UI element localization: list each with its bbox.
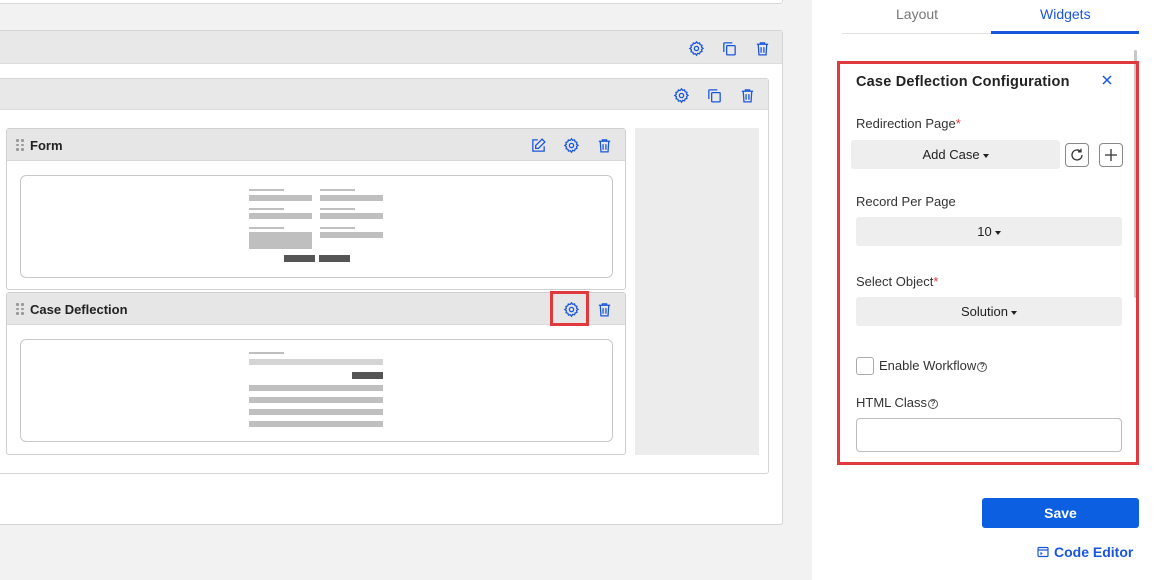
html-class-label: HTML Class?	[856, 395, 939, 410]
active-tab-indicator	[991, 31, 1139, 34]
case-deflection-config: Case Deflection Configuration Redirectio…	[837, 61, 1139, 465]
plus-icon	[1105, 149, 1117, 161]
html-class-input[interactable]	[856, 418, 1122, 452]
select-object-dropdown[interactable]: Solution	[856, 297, 1122, 326]
empty-column-dropzone	[635, 128, 759, 455]
page-canvas: Form Case Deflection	[0, 0, 812, 580]
code-editor-label: Code Editor	[1054, 544, 1134, 560]
trash-icon[interactable]	[753, 39, 771, 57]
case-deflection-preview	[20, 339, 613, 442]
widget-title: Form	[30, 138, 63, 153]
refresh-icon	[1071, 148, 1083, 161]
gear-icon[interactable]	[562, 136, 580, 154]
enable-workflow-label: Enable Workflow?	[879, 358, 988, 373]
tab-layout[interactable]: Layout	[896, 6, 938, 22]
properties-panel: Layout Widgets Case Deflection Configura…	[822, 0, 1155, 580]
enable-workflow-checkbox[interactable]	[856, 357, 874, 375]
redirection-page-dropdown[interactable]: Add Case	[851, 140, 1060, 169]
form-widget[interactable]: Form	[6, 128, 626, 290]
code-editor-icon	[1037, 546, 1049, 558]
copy-icon[interactable]	[705, 86, 723, 104]
drag-handle-icon[interactable]	[16, 139, 24, 151]
config-title: Case Deflection Configuration	[856, 74, 1070, 90]
inner-section-actions	[672, 86, 756, 104]
refresh-button[interactable]	[1065, 143, 1089, 167]
highlight-box	[550, 291, 589, 326]
case-deflection-widget[interactable]: Case Deflection	[6, 292, 626, 455]
close-icon[interactable]	[1099, 72, 1115, 88]
code-editor-link[interactable]: Code Editor	[1037, 544, 1133, 560]
record-per-page-dropdown[interactable]: 10	[856, 217, 1122, 246]
drag-handle-icon[interactable]	[16, 303, 24, 315]
caret-down-icon	[982, 153, 989, 158]
previous-section-edge	[0, 0, 783, 4]
caret-down-icon	[1010, 310, 1017, 315]
trash-icon[interactable]	[595, 136, 613, 154]
help-icon[interactable]: ?	[977, 362, 988, 372]
outer-section-actions	[687, 39, 771, 57]
tab-widgets[interactable]: Widgets	[1040, 6, 1091, 22]
widget-title: Case Deflection	[30, 302, 128, 317]
gear-icon[interactable]	[672, 86, 690, 104]
caret-down-icon	[994, 230, 1001, 235]
trash-icon[interactable]	[595, 300, 613, 318]
help-icon[interactable]: ?	[928, 399, 939, 409]
copy-icon[interactable]	[720, 39, 738, 57]
save-button[interactable]: Save	[982, 498, 1139, 528]
form-widget-actions	[529, 136, 613, 154]
gear-icon[interactable]	[687, 39, 705, 57]
form-widget-header: Form	[7, 129, 625, 161]
case-deflection-widget-header: Case Deflection	[7, 293, 625, 325]
edit-icon[interactable]	[529, 136, 547, 154]
select-object-label: Select Object*	[856, 274, 939, 289]
inner-section-header	[0, 79, 768, 110]
outer-section-header	[0, 31, 782, 64]
trash-icon[interactable]	[738, 86, 756, 104]
form-preview	[20, 175, 613, 278]
add-page-button[interactable]	[1099, 143, 1123, 167]
redirection-page-label: Redirection Page*	[856, 116, 961, 131]
panel-tabs: Layout Widgets	[842, 0, 1139, 34]
record-per-page-label: Record Per Page	[856, 194, 956, 209]
